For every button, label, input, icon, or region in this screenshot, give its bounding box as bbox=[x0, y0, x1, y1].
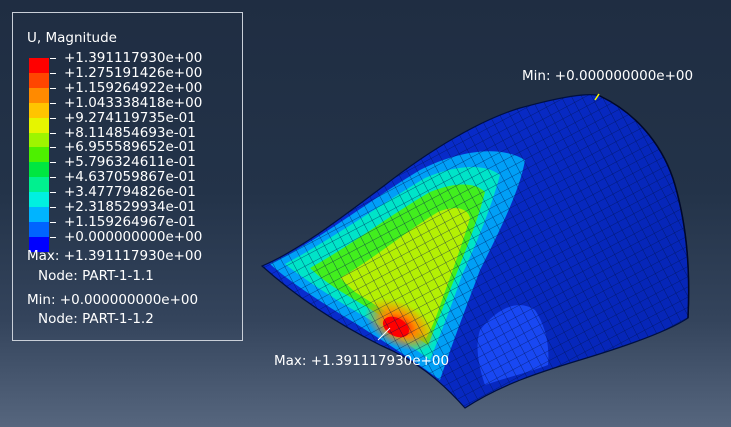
deformed-shell-mesh[interactable] bbox=[250, 80, 700, 420]
max-annotation: Max: +1.391117930e+00 bbox=[274, 353, 450, 369]
min-annotation: Min: +0.000000000e+00 bbox=[522, 68, 694, 84]
